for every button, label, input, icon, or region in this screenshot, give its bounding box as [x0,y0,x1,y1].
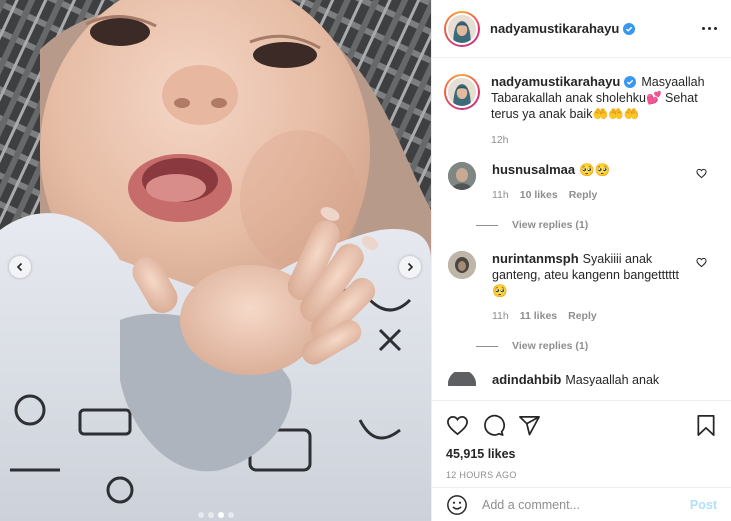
comment-text: 🥺🥺 [579,163,611,177]
carousel-prev-button[interactable] [9,256,31,278]
comment-like-icon[interactable] [696,168,707,179]
comment-meta: 11h 11 likes Reply [492,310,693,322]
add-comment-bar: Post [432,487,731,521]
comment-item: husnusalmaa 🥺🥺 11h 10 likes Reply [432,162,731,201]
commenter-avatar[interactable] [448,372,476,386]
commenter-avatar[interactable] [448,162,476,190]
chevron-right-icon [407,262,414,272]
comment-username[interactable]: husnusalmaa [492,162,575,177]
post-media[interactable] [0,0,431,521]
post-actions: 45,915 likes 12 HOURS AGO [432,400,731,480]
emoji-button[interactable] [446,494,468,516]
verified-badge-icon [624,76,637,88]
comment-item: nurintanmsph Syakiiii anak ganteng, ateu … [432,251,731,322]
post-side-panel: nadyamustikarahayu nadyamustikarahayu Ma… [431,0,731,521]
carousel-next-button[interactable] [399,256,421,278]
action-bar [446,411,717,439]
carousel-dot [207,512,214,518]
author-avatar[interactable] [446,12,478,45]
comment-likes[interactable]: 10 likes [520,189,558,201]
story-ring[interactable] [444,10,480,47]
like-button[interactable] [446,414,469,437]
author-username[interactable]: nadyamustikarahayu [490,21,619,36]
comment-item: adindahbibMasyaallah anak sholeh [432,372,731,386]
caption-avatar-image [448,78,476,106]
commenter-avatar-image [448,162,476,190]
baby-photo [0,0,431,521]
comment-button[interactable] [482,414,505,437]
carousel-dot [227,512,234,518]
chevron-left-icon [16,262,23,272]
instagram-post: nadyamustikarahayu nadyamustikarahayu Ma… [0,0,731,521]
emoji-icon [447,494,467,515]
post-timestamp[interactable]: 12 HOURS AGO [446,470,717,480]
caption-username[interactable]: nadyamustikarahayu [491,74,620,89]
view-replies-button[interactable]: View replies (1) [476,340,731,352]
caption-story-ring[interactable] [444,74,480,110]
post-comment-button[interactable]: Post [690,498,717,512]
comments-list[interactable]: nadyamustikarahayu Masyaallah Tabarakall… [432,58,731,400]
comment-time[interactable]: 11h [492,189,509,201]
view-replies-button[interactable]: View replies (1) [476,219,731,231]
comment-input[interactable] [482,497,690,512]
caption-author-avatar[interactable] [446,76,478,108]
comment-like-icon[interactable] [696,257,707,268]
carousel-indicator [0,512,431,518]
comment-username[interactable]: nurintanmsph [492,251,579,266]
share-icon [519,415,540,435]
view-replies-label: View replies (1) [512,340,589,352]
like-count[interactable]: 45,915 likes [446,447,717,461]
comment-meta: 11h 10 likes Reply [492,189,693,201]
verified-badge-icon [623,22,636,35]
comment-likes[interactable]: 11 likes [520,310,557,322]
caption: nadyamustikarahayu Masyaallah Tabarakall… [432,58,731,146]
author-avatar-image [448,14,476,43]
heart-icon [447,415,468,435]
carousel-dot [197,512,204,518]
bookmark-icon [697,414,715,436]
more-options-button[interactable] [702,27,717,30]
view-replies-label: View replies (1) [512,219,589,231]
commenter-avatar[interactable] [448,251,476,279]
save-button[interactable] [695,414,717,437]
comment-username[interactable]: adindahbib [492,372,561,386]
caption-time[interactable]: 12h [491,134,717,146]
reply-button[interactable]: Reply [568,310,597,322]
commenter-avatar-image [448,251,476,279]
carousel-dot [217,512,224,518]
share-button[interactable] [518,414,541,437]
comment-icon [484,414,505,436]
commenter-avatar-image [448,372,476,386]
post-header: nadyamustikarahayu [432,0,731,58]
more-options-icon [702,27,705,30]
comment-time[interactable]: 11h [492,310,509,322]
reply-button[interactable]: Reply [569,189,598,201]
